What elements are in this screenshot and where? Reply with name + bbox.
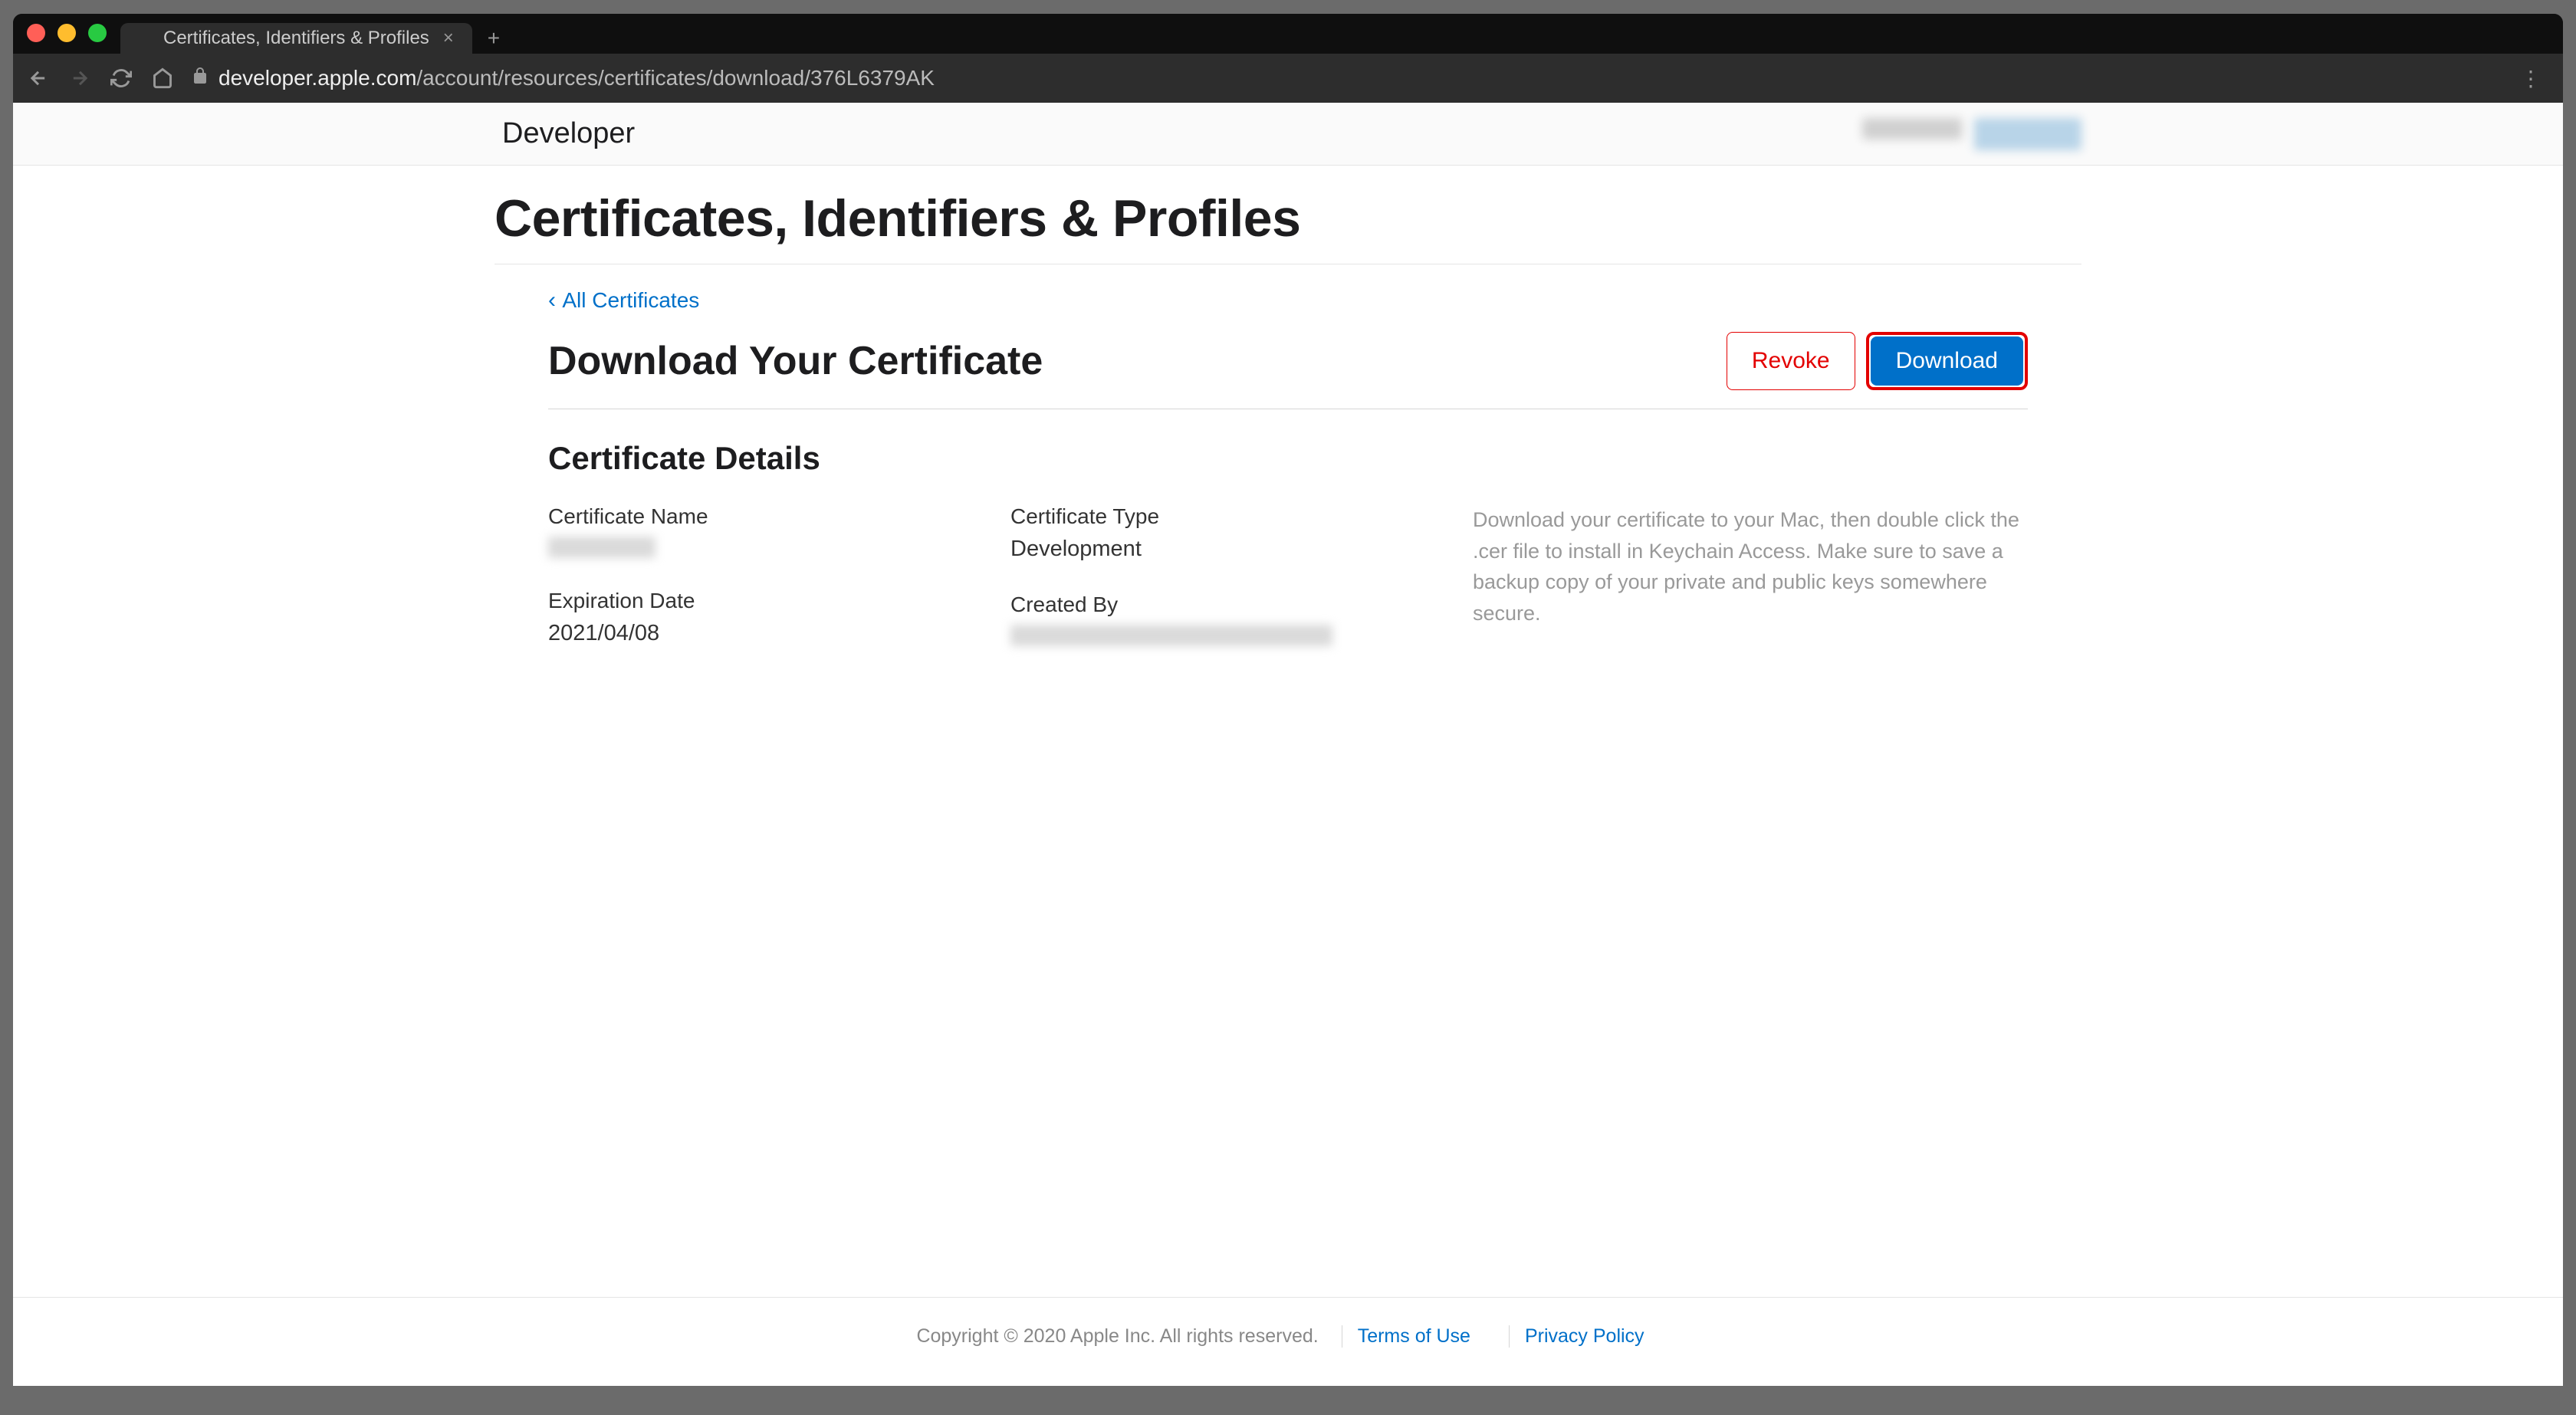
cert-name-label: Certificate Name <box>548 504 964 529</box>
field-certificate-type: Certificate Type Development <box>1010 504 1427 562</box>
developer-logo[interactable]: Developer <box>495 117 635 150</box>
revoke-button[interactable]: Revoke <box>1727 332 1855 390</box>
back-button[interactable] <box>25 65 51 91</box>
section-header: Download Your Certificate Revoke Downloa… <box>548 332 2028 409</box>
reload-button[interactable] <box>108 65 134 91</box>
help-text: Download your certificate to your Mac, t… <box>1473 504 2028 629</box>
apple-favicon-icon <box>136 30 153 47</box>
cert-type-label: Certificate Type <box>1010 504 1427 529</box>
tabs-bar: Certificates, Identifiers & Profiles × + <box>13 23 2563 54</box>
footer-copyright: Copyright © 2020 Apple Inc. All rights r… <box>916 1325 1318 1348</box>
close-tab-icon[interactable]: × <box>440 30 457 47</box>
created-by-label: Created By <box>1010 593 1427 617</box>
details-title: Certificate Details <box>548 440 2028 477</box>
url-bar[interactable]: developer.apple.com/account/resources/ce… <box>191 66 2496 90</box>
redacted-cert-name <box>548 537 656 558</box>
field-certificate-name: Certificate Name <box>548 504 964 558</box>
developer-brand: Developer <box>502 117 635 150</box>
privacy-link[interactable]: Privacy Policy <box>1509 1325 1660 1348</box>
cert-type-value: Development <box>1010 537 1427 562</box>
browser-window: Certificates, Identifiers & Profiles × +… <box>13 14 2563 1386</box>
breadcrumb: All Certificates <box>548 287 2028 314</box>
browser-tab[interactable]: Certificates, Identifiers & Profiles × <box>120 23 472 54</box>
main-content: Certificates, Identifiers & Profiles All… <box>13 166 2563 1297</box>
footer: Copyright © 2020 Apple Inc. All rights r… <box>13 1297 2563 1386</box>
field-expiration: Expiration Date 2021/04/08 <box>548 589 964 646</box>
redacted-account-text <box>1862 118 1962 140</box>
new-tab-button[interactable]: + <box>488 26 500 51</box>
redacted-account-badge <box>1974 118 2082 150</box>
site-header: Developer <box>13 103 2563 166</box>
tab-title: Certificates, Identifiers & Profiles <box>163 28 429 49</box>
header-account-area <box>1862 118 2082 150</box>
terms-link[interactable]: Terms of Use <box>1342 1325 1486 1348</box>
lock-icon <box>191 67 209 90</box>
expiration-label: Expiration Date <box>548 589 964 613</box>
download-highlight: Download <box>1866 332 2028 390</box>
address-bar: developer.apple.com/account/resources/ce… <box>13 54 2563 103</box>
field-created-by: Created By <box>1010 593 1427 646</box>
download-button[interactable]: Download <box>1871 337 2023 386</box>
section-title: Download Your Certificate <box>548 338 1043 384</box>
action-buttons: Revoke Download <box>1727 332 2028 390</box>
details-grid: Certificate Name Expiration Date 2021/04… <box>548 504 2028 677</box>
page-content: Developer Certificates, Identifiers & Pr… <box>13 103 2563 1386</box>
browser-menu-button[interactable]: ⋮ <box>2511 66 2551 91</box>
expiration-value: 2021/04/08 <box>548 621 964 646</box>
redacted-created-by <box>1010 625 1332 646</box>
url-text: developer.apple.com/account/resources/ce… <box>219 66 935 90</box>
home-button[interactable] <box>150 65 176 91</box>
all-certificates-link[interactable]: All Certificates <box>548 288 699 312</box>
forward-button[interactable] <box>67 65 93 91</box>
page-title: Certificates, Identifiers & Profiles <box>495 189 2082 264</box>
